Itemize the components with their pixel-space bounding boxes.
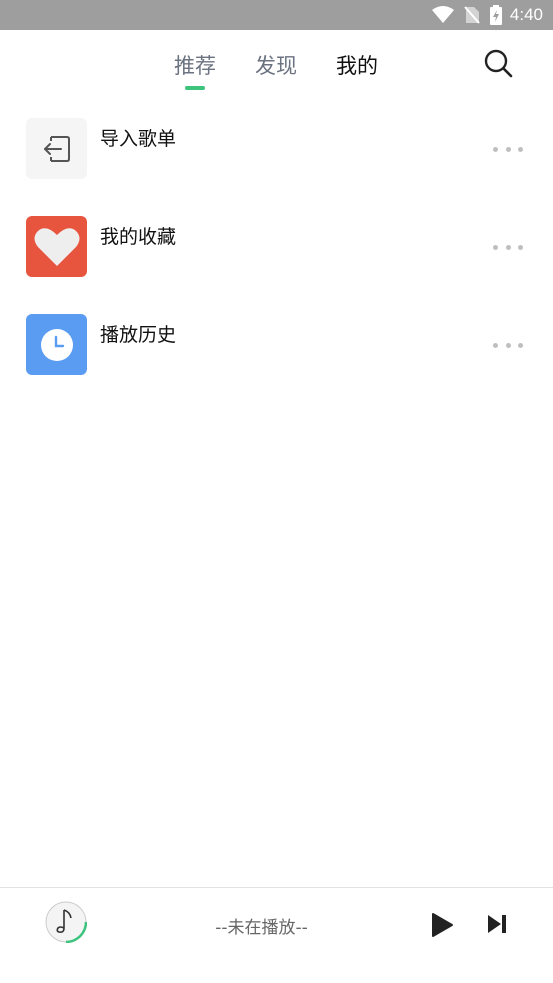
dot-icon: [518, 146, 523, 152]
tab-active-indicator: [185, 86, 205, 90]
dot-icon: [518, 342, 523, 348]
status-bar: 4:40: [0, 0, 553, 30]
import-icon: [26, 118, 87, 179]
playlist-menu: 导入歌单 我的收藏 播放历史: [0, 110, 553, 404]
dot-icon: [493, 342, 498, 348]
dot-icon: [493, 244, 498, 250]
dot-icon: [505, 342, 511, 348]
status-time: 4:40: [509, 5, 543, 24]
search-icon: [484, 49, 513, 78]
no-sim-icon: [464, 6, 480, 24]
skip-next-icon: [488, 915, 506, 933]
dot-icon: [493, 146, 498, 152]
list-item-label: 我的收藏: [100, 226, 177, 248]
tab-recommend[interactable]: 推荐: [174, 50, 216, 80]
heart-icon: [26, 216, 87, 277]
more-options-button[interactable]: [493, 340, 523, 350]
more-options-button[interactable]: [493, 242, 523, 252]
search-button[interactable]: [483, 48, 515, 80]
more-options-button[interactable]: [493, 144, 523, 154]
top-nav: 推荐 发现 我的: [0, 30, 553, 100]
clock-icon: [26, 314, 87, 375]
list-item-label: 导入歌单: [100, 128, 177, 150]
tab-discover[interactable]: 发现: [255, 50, 297, 80]
dot-icon: [505, 244, 511, 250]
player-bar: --未在播放--: [0, 887, 553, 983]
battery-charging-icon: [489, 5, 502, 25]
tab-mine[interactable]: 我的: [336, 50, 378, 80]
dot-icon: [505, 146, 511, 152]
play-icon: [432, 913, 453, 937]
play-button[interactable]: [430, 912, 454, 938]
dot-icon: [518, 244, 523, 250]
list-item-favorites[interactable]: 我的收藏: [0, 208, 553, 306]
list-item-label: 播放历史: [100, 324, 177, 346]
next-track-button[interactable]: [486, 913, 508, 935]
list-item-import[interactable]: 导入歌单: [0, 110, 553, 208]
wifi-icon: [431, 6, 454, 24]
list-item-history[interactable]: 播放历史: [0, 306, 553, 404]
